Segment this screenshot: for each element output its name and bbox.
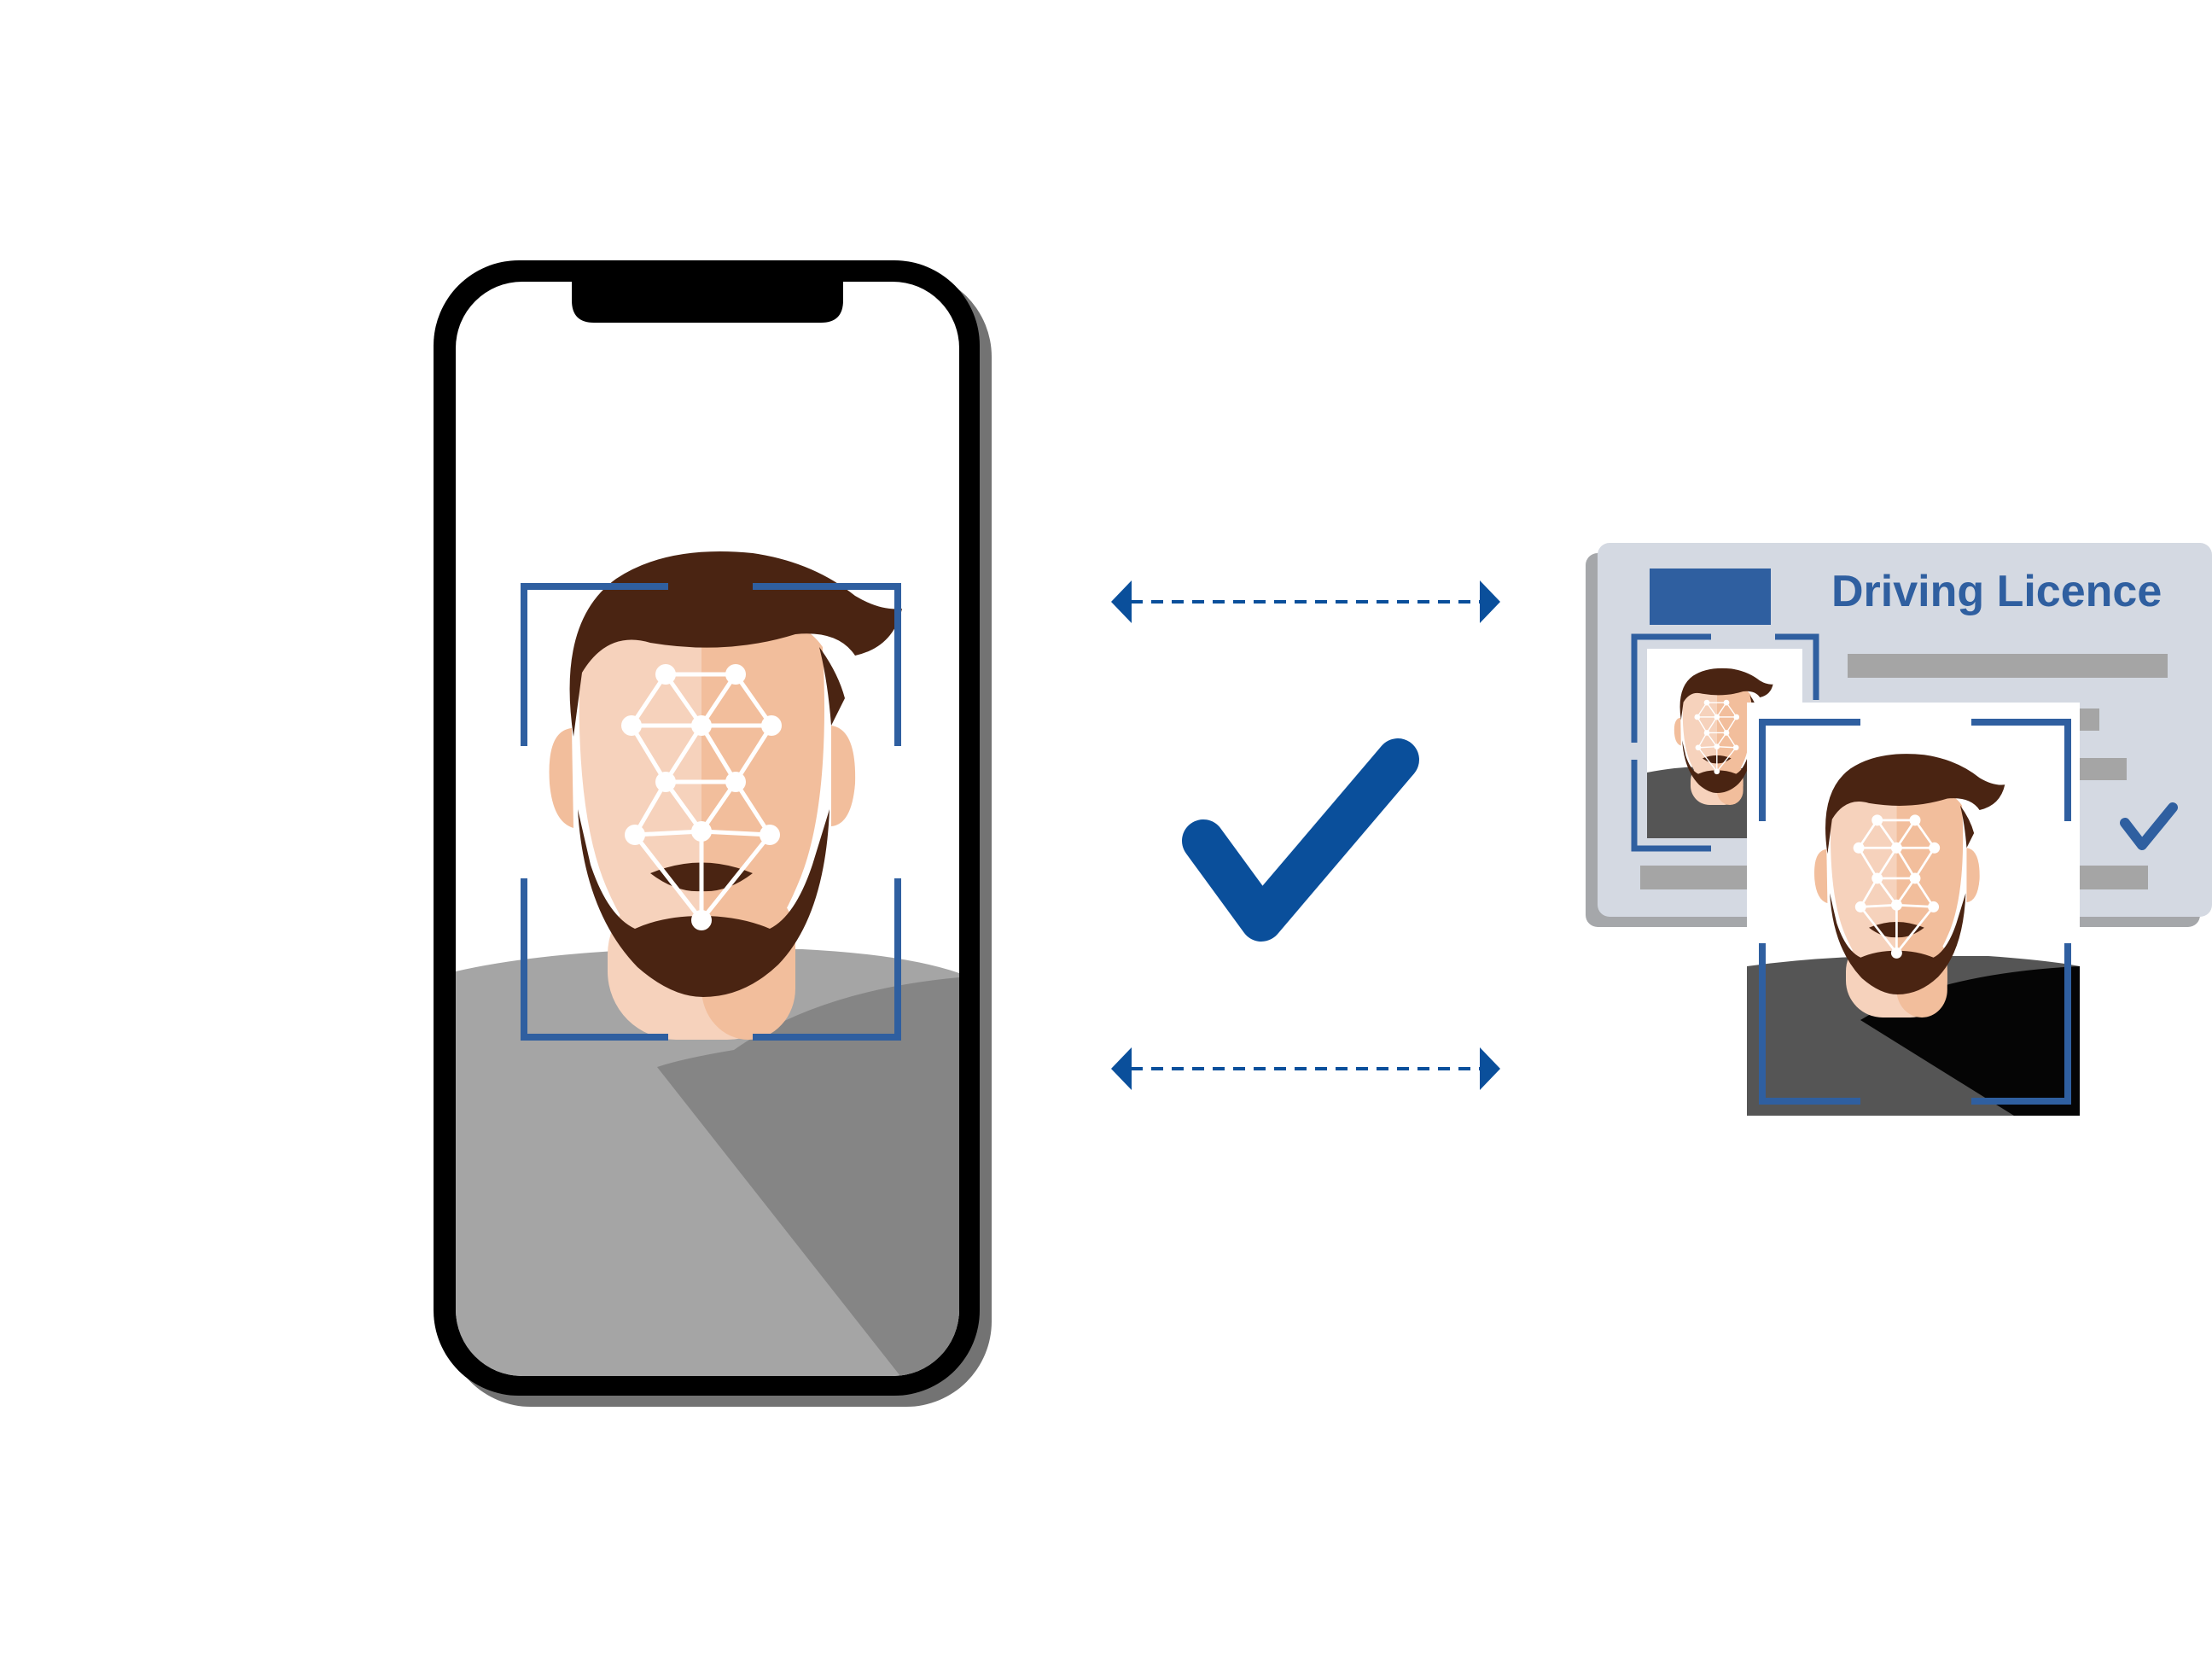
licence-title: Driving Licence xyxy=(1831,567,2162,616)
identity-verification-illustration: Driving Licence xyxy=(434,260,2212,1407)
selfie-photo xyxy=(1747,703,2080,1116)
double-arrow-icon xyxy=(1111,580,1500,623)
checkmark-icon xyxy=(1182,738,1419,942)
licence-header-block xyxy=(1650,569,1771,625)
smartphone-icon xyxy=(434,260,992,1407)
double-arrow-icon xyxy=(1111,1047,1500,1090)
